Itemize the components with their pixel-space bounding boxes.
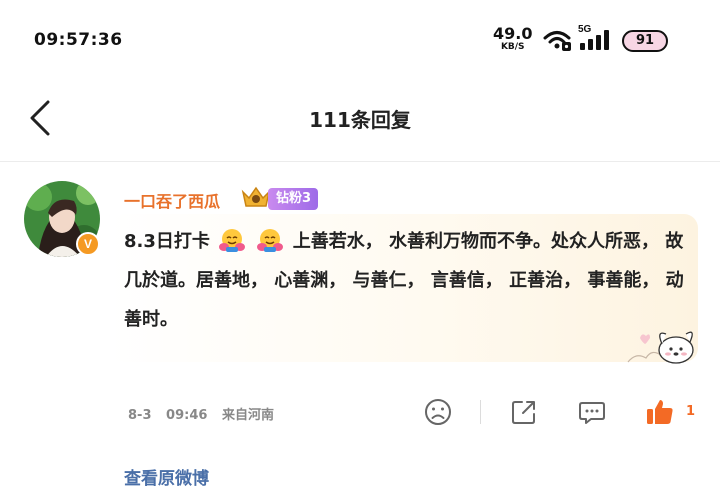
- comment-meta: 8-3 09:46 来自河南: [128, 404, 284, 423]
- verified-badge: V: [76, 232, 100, 256]
- username[interactable]: 一口吞了西瓜: [124, 188, 220, 212]
- comment-date: 8-3: [128, 408, 152, 423]
- status-time: 09:57:36: [34, 30, 123, 50]
- hug-emoji-icon: [219, 229, 246, 252]
- comment-button[interactable]: [576, 396, 608, 428]
- view-original-post-link[interactable]: 查看原微博: [124, 464, 209, 489]
- share-button[interactable]: [508, 396, 540, 428]
- comment-text-part1: 8.3日打卡: [124, 231, 210, 252]
- cellular-signal-icon: 5G: [578, 24, 616, 52]
- comment-location: 来自河南: [221, 408, 274, 423]
- nav-bar: 111条回复: [0, 80, 720, 162]
- network-speed-value: 49.0: [493, 24, 533, 43]
- page-title: 111条回复: [309, 108, 411, 132]
- network-speed-unit: KB/S: [500, 42, 525, 52]
- comment-time: 09:46: [166, 408, 208, 423]
- puppy-sticker-icon: [627, 331, 694, 364]
- hug-emoji-icon: [257, 229, 284, 252]
- status-bar: 09:57:36 49.0 KB/S 5G 91: [0, 0, 720, 80]
- like-count: 1: [686, 404, 696, 419]
- dislike-button[interactable]: [422, 396, 454, 428]
- network-speed: 49.0 KB/S: [493, 26, 532, 52]
- hotspot-icon: [543, 31, 571, 51]
- fan-level-badge: 钻粉3: [268, 188, 319, 210]
- like-button[interactable]: [644, 396, 676, 428]
- comment-text: 8.3日打卡 上善若水， 水善利万物而不争。处众人所恶， 故几於道。居善地， 心…: [124, 222, 684, 339]
- action-divider: [480, 400, 481, 424]
- battery-indicator: 91: [622, 30, 668, 52]
